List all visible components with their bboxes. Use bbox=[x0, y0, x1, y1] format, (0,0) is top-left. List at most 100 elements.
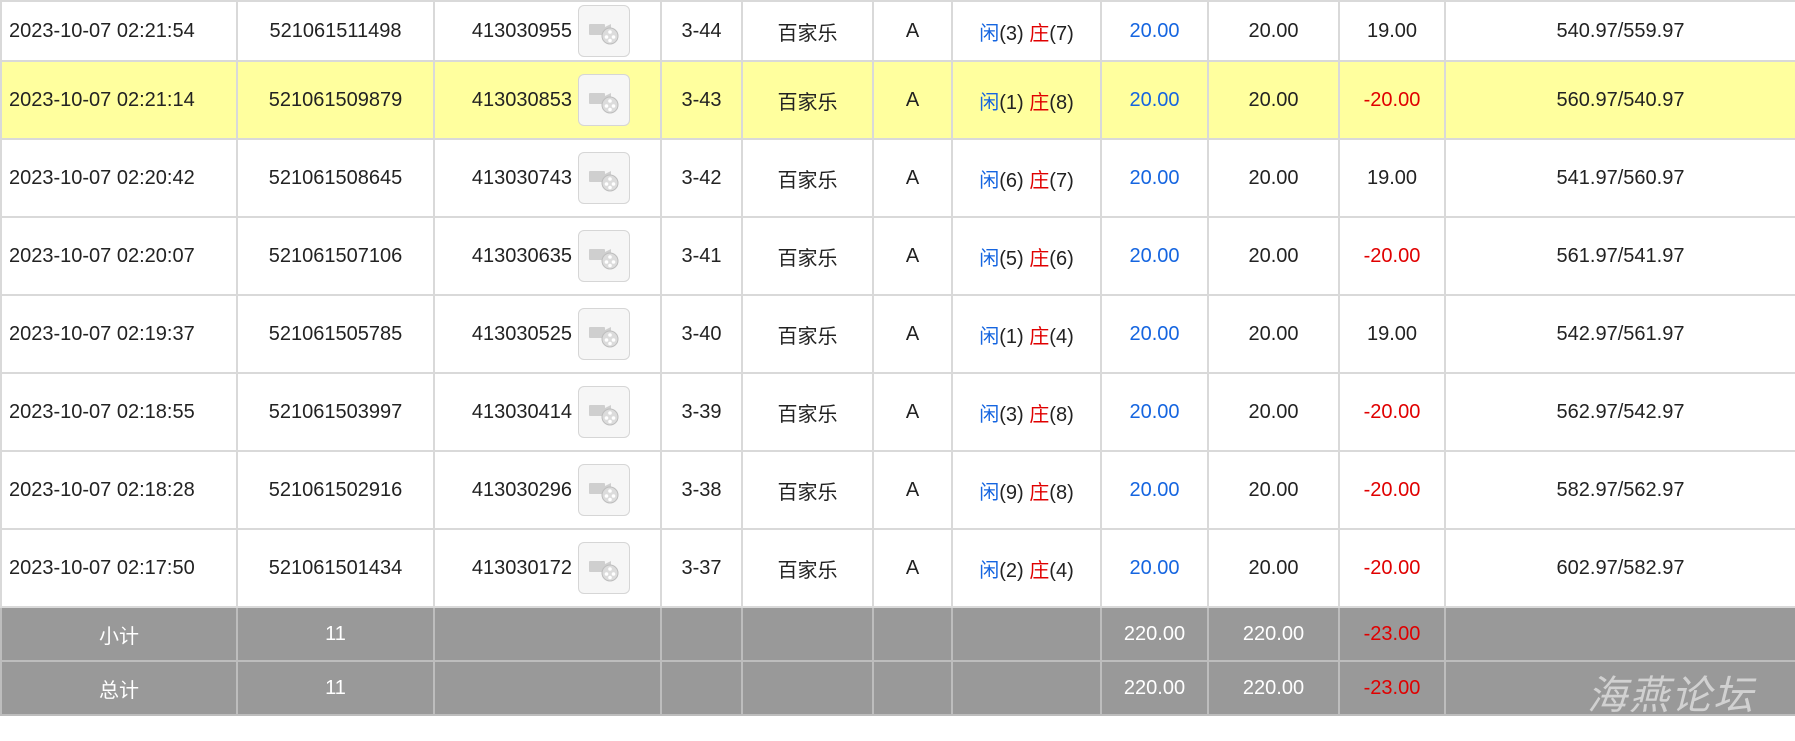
valid-bet: 20.00 bbox=[1207, 450, 1340, 530]
banker-points: (6) bbox=[1049, 247, 1074, 270]
round-id: 413030172 bbox=[471, 556, 572, 579]
bet-amount: 20.00 bbox=[1100, 372, 1209, 452]
round-id: 413030635 bbox=[471, 244, 572, 267]
valid-bet: 20.00 bbox=[1207, 60, 1340, 140]
subtotal-label: 小计 bbox=[0, 606, 238, 662]
subtotal-valid-bet: 220.00 bbox=[1207, 606, 1340, 662]
subtotal-bet: 220.00 bbox=[1100, 606, 1209, 662]
banker-points: (8) bbox=[1049, 403, 1074, 426]
round-id: 413030955 bbox=[471, 19, 572, 42]
player-label: 闲 bbox=[979, 559, 1000, 582]
table-code: A bbox=[872, 60, 953, 140]
player-label: 闲 bbox=[979, 247, 1000, 270]
valid-bet: 20.00 bbox=[1207, 216, 1340, 296]
bet-amount: 20.00 bbox=[1100, 0, 1209, 62]
banker-label: 庄 bbox=[1029, 403, 1050, 426]
bet-id: 521061509879 bbox=[236, 60, 435, 140]
subtotal-row: 小计 11 220.00 220.00 -23.00 bbox=[0, 606, 1795, 662]
shoe-round: 3-43 bbox=[660, 60, 743, 140]
banker-points: (8) bbox=[1049, 481, 1074, 504]
video-reel-icon[interactable] bbox=[578, 5, 630, 57]
bet-time: 2023-10-07 02:21:54 bbox=[0, 0, 238, 62]
table-row[interactable]: 2023-10-07 02:20:07 521061507106 4130306… bbox=[0, 216, 1795, 296]
banker-points: (7) bbox=[1049, 169, 1074, 192]
table-code: A bbox=[872, 0, 953, 62]
player-points: (3) bbox=[999, 403, 1024, 426]
banker-points: (8) bbox=[1049, 91, 1074, 114]
bet-amount: 20.00 bbox=[1100, 294, 1209, 374]
banker-label: 庄 bbox=[1029, 325, 1050, 348]
table-row[interactable]: 2023-10-07 02:19:37 521061505785 4130305… bbox=[0, 294, 1795, 374]
player-points: (3) bbox=[999, 22, 1024, 45]
win-loss: -20.00 bbox=[1338, 216, 1446, 296]
table-row[interactable]: 2023-10-07 02:18:28 521061502916 4130302… bbox=[0, 450, 1795, 530]
video-reel-icon[interactable] bbox=[578, 386, 630, 438]
result-cell: 闲(3) 庄(7) bbox=[951, 0, 1102, 62]
game-name: 百家乐 bbox=[741, 60, 874, 140]
bet-time: 2023-10-07 02:20:42 bbox=[0, 138, 238, 218]
table-code: A bbox=[872, 372, 953, 452]
bet-id: 521061507106 bbox=[236, 216, 435, 296]
video-reel-icon[interactable] bbox=[578, 152, 630, 204]
bet-amount: 20.00 bbox=[1100, 216, 1209, 296]
bet-time: 2023-10-07 02:19:37 bbox=[0, 294, 238, 374]
table-summary: 小计 11 220.00 220.00 -23.00 总计 11 220.00 … bbox=[0, 606, 1795, 716]
video-reel-icon[interactable] bbox=[578, 74, 630, 126]
banker-label: 庄 bbox=[1029, 91, 1050, 114]
player-points: (1) bbox=[999, 325, 1024, 348]
video-reel-icon[interactable] bbox=[578, 230, 630, 282]
balance: 541.97/560.97 bbox=[1444, 138, 1795, 218]
game-name: 百家乐 bbox=[741, 372, 874, 452]
banker-label: 庄 bbox=[1029, 22, 1050, 45]
bet-id: 521061511498 bbox=[236, 0, 435, 62]
bet-records-table-wrap: 2023-10-07 02:21:54 521061511498 4130309… bbox=[0, 0, 1795, 741]
player-points: (1) bbox=[999, 91, 1024, 114]
video-reel-icon[interactable] bbox=[578, 308, 630, 360]
banker-label: 庄 bbox=[1029, 481, 1050, 504]
result-cell: 闲(5) 庄(6) bbox=[951, 216, 1102, 296]
game-name: 百家乐 bbox=[741, 216, 874, 296]
forum-watermark: 海燕论坛 bbox=[1587, 673, 1755, 719]
round-id: 413030853 bbox=[471, 88, 572, 111]
table-code: A bbox=[872, 528, 953, 608]
result-cell: 闲(1) 庄(8) bbox=[951, 60, 1102, 140]
win-loss: 19.00 bbox=[1338, 0, 1446, 62]
table-row[interactable]: 2023-10-07 02:17:50 521061501434 4130301… bbox=[0, 528, 1795, 608]
table-code: A bbox=[872, 138, 953, 218]
table-row[interactable]: 2023-10-07 02:21:14 521061509879 4130308… bbox=[0, 60, 1795, 140]
table-body: 2023-10-07 02:21:54 521061511498 4130309… bbox=[0, 0, 1795, 608]
bet-amount: 20.00 bbox=[1100, 138, 1209, 218]
table-row[interactable]: 2023-10-07 02:18:55 521061503997 4130304… bbox=[0, 372, 1795, 452]
bet-amount: 20.00 bbox=[1100, 528, 1209, 608]
balance: 602.97/582.97 bbox=[1444, 528, 1795, 608]
player-label: 闲 bbox=[979, 169, 1000, 192]
player-label: 闲 bbox=[979, 91, 1000, 114]
balance: 560.97/540.97 bbox=[1444, 60, 1795, 140]
banker-label: 庄 bbox=[1029, 559, 1050, 582]
round-id: 413030414 bbox=[471, 400, 572, 423]
video-reel-icon[interactable] bbox=[578, 542, 630, 594]
bet-time: 2023-10-07 02:17:50 bbox=[0, 528, 238, 608]
valid-bet: 20.00 bbox=[1207, 372, 1340, 452]
bet-id: 521061502916 bbox=[236, 450, 435, 530]
bet-records-table: 2023-10-07 02:21:54 521061511498 4130309… bbox=[0, 0, 1795, 716]
balance: 542.97/561.97 bbox=[1444, 294, 1795, 374]
game-name: 百家乐 bbox=[741, 450, 874, 530]
valid-bet: 20.00 bbox=[1207, 138, 1340, 218]
game-name: 百家乐 bbox=[741, 0, 874, 62]
game-name: 百家乐 bbox=[741, 294, 874, 374]
round-id: 413030525 bbox=[471, 322, 572, 345]
shoe-round: 3-41 bbox=[660, 216, 743, 296]
player-points: (2) bbox=[999, 559, 1024, 582]
table-row[interactable]: 2023-10-07 02:21:54 521061511498 4130309… bbox=[0, 0, 1795, 62]
bet-id: 521061505785 bbox=[236, 294, 435, 374]
player-label: 闲 bbox=[979, 403, 1000, 426]
win-loss: -20.00 bbox=[1338, 372, 1446, 452]
player-label: 闲 bbox=[979, 325, 1000, 348]
result-cell: 闲(2) 庄(4) bbox=[951, 528, 1102, 608]
player-points: (9) bbox=[999, 481, 1024, 504]
subtotal-win-loss: -23.00 bbox=[1338, 606, 1446, 662]
table-row[interactable]: 2023-10-07 02:20:42 521061508645 4130307… bbox=[0, 138, 1795, 218]
video-reel-icon[interactable] bbox=[578, 464, 630, 516]
game-name: 百家乐 bbox=[741, 138, 874, 218]
